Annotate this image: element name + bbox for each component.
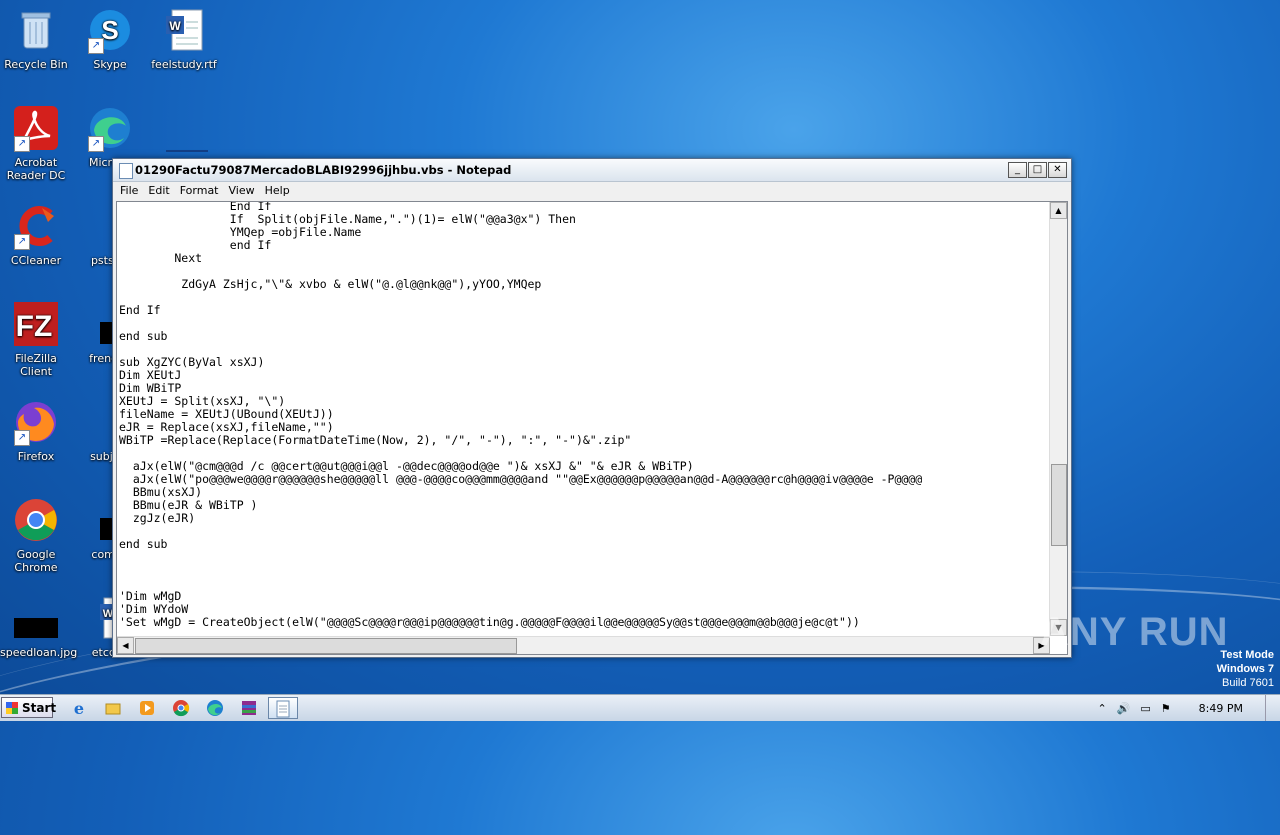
desktop-icon-label: speedloan.jpg [0, 646, 78, 659]
tray-expand-icon[interactable]: ⌃ [1092, 702, 1111, 715]
vertical-scroll-thumb[interactable] [1051, 464, 1067, 546]
scroll-left-icon[interactable]: ◀ [117, 637, 134, 654]
recycle-bin-icon [12, 6, 60, 54]
desktop-icon-label: Google Chrome [14, 548, 58, 574]
desktop-icon-ccleaner[interactable]: ↗ CCleaner [0, 202, 72, 267]
menu-bar: File Edit Format View Help [113, 182, 1071, 200]
desktop-icon-blank[interactable] [166, 128, 208, 152]
desktop-icon-skype[interactable]: S ↗ Skype [74, 6, 146, 71]
desktop-icon-recycle-bin[interactable]: Recycle Bin [0, 6, 72, 71]
media-player-icon[interactable] [134, 697, 160, 719]
desktop-icon-label: Skype [93, 58, 127, 71]
scroll-up-icon[interactable]: ▲ [1050, 202, 1067, 219]
desktop-icon-label: Acrobat Reader DC [6, 156, 66, 182]
edge-icon: ↗ [86, 104, 134, 152]
desktop-icon-label: Recycle Bin [4, 58, 68, 71]
taskbar: Start e ⌃ 🔊 ▭ ⚑ 8:49 PM [0, 694, 1280, 721]
start-label: Start [22, 701, 57, 715]
desktop-icon-filezilla[interactable]: FZ FileZilla Client [0, 300, 72, 378]
text-editor[interactable]: End If If Split(objFile.Name,".")(1)= el… [116, 201, 1068, 655]
vertical-scrollbar[interactable]: ▲ ▼ [1049, 202, 1067, 636]
desktop-icon-label: Firefox [17, 450, 55, 463]
desktop-icon-feelstudy[interactable]: W feelstudy.rtf [148, 6, 220, 71]
close-button[interactable]: ✕ [1048, 162, 1067, 178]
title-bar[interactable]: 01290Factu79087MercadoBLABI92996jjhbu.vb… [113, 159, 1071, 182]
image-icon [12, 594, 60, 642]
desktop-icon-speedloan[interactable]: speedloan.jpg [0, 594, 78, 659]
desktop-icon-chrome[interactable]: Google Chrome [0, 496, 72, 574]
explorer-icon[interactable] [100, 697, 126, 719]
speaker-icon[interactable]: 🔊 [1112, 702, 1136, 715]
notepad-taskbar-button[interactable] [268, 697, 298, 719]
network-icon[interactable]: ▭ [1135, 702, 1155, 715]
system-tray: ⌃ 🔊 ▭ ⚑ 8:49 PM [1092, 695, 1280, 721]
desktop-icon-firefox[interactable]: ↗ Firefox [0, 398, 72, 463]
svg-text:W: W [169, 19, 181, 33]
horizontal-scrollbar[interactable]: ◀ ▶ [117, 636, 1050, 654]
windows-logo-icon [6, 702, 18, 714]
shortcut-arrow-icon: ↗ [88, 136, 104, 152]
window-controls: _ □ ✕ [1008, 162, 1067, 178]
desktop-icon-label: feelstudy.rtf [151, 58, 217, 71]
desktop-icon-acrobat[interactable]: ↗ Acrobat Reader DC [0, 104, 72, 182]
shortcut-arrow-icon: ↗ [14, 136, 30, 152]
svg-text:FZ: FZ [16, 310, 53, 343]
clock[interactable]: 8:49 PM [1194, 702, 1248, 715]
winrar-icon[interactable] [236, 697, 262, 719]
minimize-button[interactable]: _ [1008, 162, 1027, 178]
menu-view[interactable]: View [224, 182, 260, 200]
ie-icon[interactable]: e [66, 697, 92, 719]
notepad-window[interactable]: 01290Factu79087MercadoBLABI92996jjhbu.vb… [112, 158, 1072, 658]
acrobat-icon: ↗ [12, 104, 60, 152]
edge-icon[interactable] [202, 697, 228, 719]
chrome-icon [12, 496, 60, 544]
shortcut-arrow-icon: ↗ [14, 430, 30, 446]
menu-help[interactable]: Help [260, 182, 295, 200]
desktop-icon-label: CCleaner [10, 254, 62, 267]
skype-icon: S ↗ [86, 6, 134, 54]
menu-file[interactable]: File [115, 182, 143, 200]
test-mode-notice: Test Mode Windows 7 Build 7601 [1217, 648, 1274, 690]
window-title: 01290Factu79087MercadoBLABI92996jjhbu.vb… [135, 163, 512, 177]
menu-format[interactable]: Format [175, 182, 224, 200]
show-desktop-button[interactable] [1265, 695, 1280, 721]
filezilla-icon: FZ [12, 300, 60, 348]
desktop-icon-label: FileZilla Client [15, 352, 57, 378]
start-button[interactable]: Start [1, 697, 57, 718]
editor-content[interactable]: End If If Split(objFile.Name,".")(1)= el… [119, 202, 1049, 634]
word-document-icon: W [160, 6, 208, 54]
menu-edit[interactable]: Edit [143, 182, 174, 200]
build-line: Build 7601 [1222, 677, 1274, 689]
anyrun-watermark: ANY RUN [1040, 610, 1229, 654]
chrome-icon[interactable] [168, 697, 194, 719]
notepad-icon [119, 163, 133, 179]
svg-text:e: e [74, 699, 84, 717]
action-center-flag-icon[interactable]: ⚑ [1156, 702, 1176, 715]
shortcut-arrow-icon: ↗ [14, 234, 30, 250]
horizontal-scroll-thumb[interactable] [135, 638, 517, 654]
windows-version-line: Windows 7 [1216, 663, 1274, 675]
maximize-button[interactable]: □ [1028, 162, 1047, 178]
test-mode-line: Test Mode [1220, 649, 1274, 661]
ccleaner-icon: ↗ [12, 202, 60, 250]
firefox-icon: ↗ [12, 398, 60, 446]
shortcut-arrow-icon: ↗ [88, 38, 104, 54]
